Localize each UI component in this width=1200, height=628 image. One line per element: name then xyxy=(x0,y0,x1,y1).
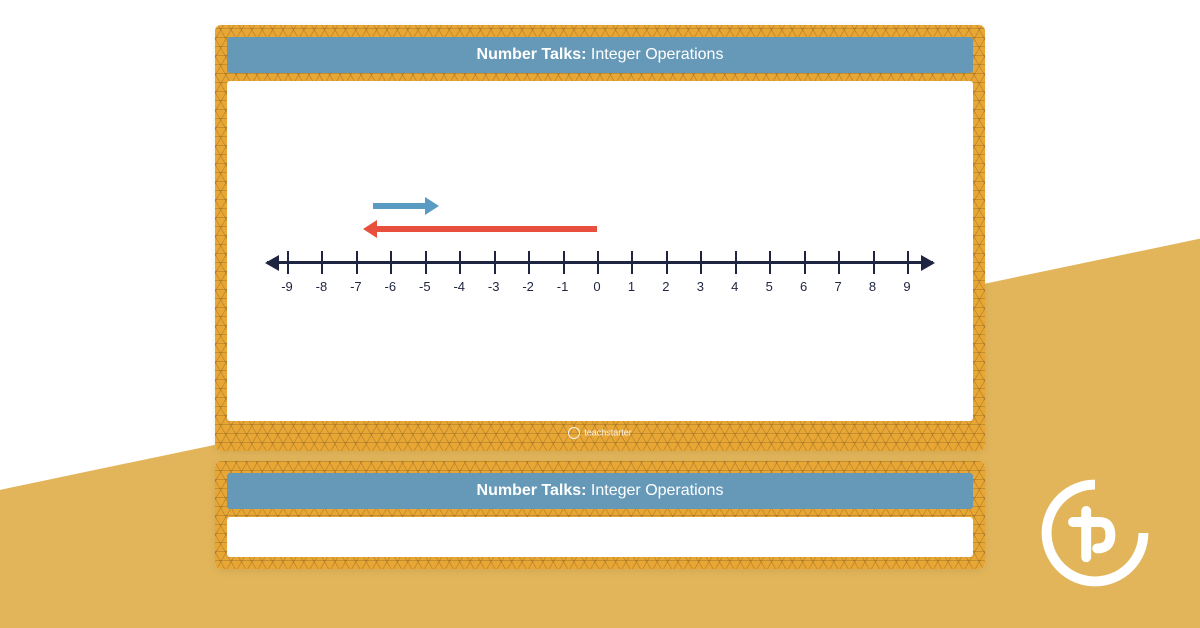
tick-label: 3 xyxy=(697,279,704,294)
tick-label: 7 xyxy=(834,279,841,294)
tick-label: 5 xyxy=(766,279,773,294)
header-title-rest: Integer Operations xyxy=(586,46,723,63)
tick xyxy=(425,251,427,274)
speech-bubble-tail xyxy=(275,402,299,422)
tick xyxy=(597,251,599,274)
brand-footer: teachstarter xyxy=(227,421,973,439)
tick-label: 4 xyxy=(731,279,738,294)
tick xyxy=(700,251,702,274)
card-content: -9 -8 -7 -6 -5 -4 -3 -2 -1 0 1 2 3 4 5 6 7 8 9 xyxy=(227,81,973,421)
axis-line xyxy=(267,261,933,264)
header-title-bold: Number Talks: xyxy=(477,46,587,63)
worksheet-card-2: Number Talks: Integer Operations xyxy=(215,461,985,569)
tick xyxy=(390,251,392,274)
blue-arrow xyxy=(373,203,427,209)
tick-label: 9 xyxy=(903,279,910,294)
brand-logo-icon xyxy=(1040,478,1150,588)
axis-arrow-right-icon xyxy=(921,255,935,271)
tick-label: -1 xyxy=(557,279,569,294)
tick xyxy=(631,251,633,274)
tick xyxy=(528,251,530,274)
tick xyxy=(666,251,668,274)
tick xyxy=(494,251,496,274)
tick-label: -2 xyxy=(522,279,534,294)
tick xyxy=(769,251,771,274)
worksheet-card-1: Number Talks: Integer Operations -9-8-7-… xyxy=(215,25,985,451)
axis-arrow-left-icon xyxy=(265,255,279,271)
tick-label: 0 xyxy=(593,279,600,294)
tick-label: -3 xyxy=(488,279,500,294)
tick xyxy=(907,251,909,274)
tick xyxy=(356,251,358,274)
red-arrow xyxy=(375,226,597,232)
card-header: Number Talks: Integer Operations xyxy=(227,37,973,73)
card-stack: Number Talks: Integer Operations -9-8-7-… xyxy=(215,25,985,579)
tick xyxy=(459,251,461,274)
tick xyxy=(563,251,565,274)
tick-label: 1 xyxy=(628,279,635,294)
tick-label: 2 xyxy=(662,279,669,294)
card-header: Number Talks: Integer Operations xyxy=(227,473,973,509)
tick xyxy=(804,251,806,274)
tick-label: -8 xyxy=(316,279,328,294)
tick-label: -7 xyxy=(350,279,362,294)
card-content xyxy=(227,517,973,557)
header-title-rest: Integer Operations xyxy=(586,482,723,499)
tick-label: -6 xyxy=(385,279,397,294)
header-title-bold: Number Talks: xyxy=(477,482,587,499)
tick xyxy=(873,251,875,274)
tick-label: -4 xyxy=(453,279,465,294)
tick xyxy=(321,251,323,274)
tick-label: -5 xyxy=(419,279,431,294)
tick xyxy=(735,251,737,274)
tick-label: 8 xyxy=(869,279,876,294)
tick-label: 6 xyxy=(800,279,807,294)
card-pattern-border: Number Talks: Integer Operations xyxy=(215,461,985,569)
tick xyxy=(287,251,289,274)
tick-label: -9 xyxy=(281,279,293,294)
card-pattern-border: Number Talks: Integer Operations -9-8-7-… xyxy=(215,25,985,451)
tick xyxy=(838,251,840,274)
